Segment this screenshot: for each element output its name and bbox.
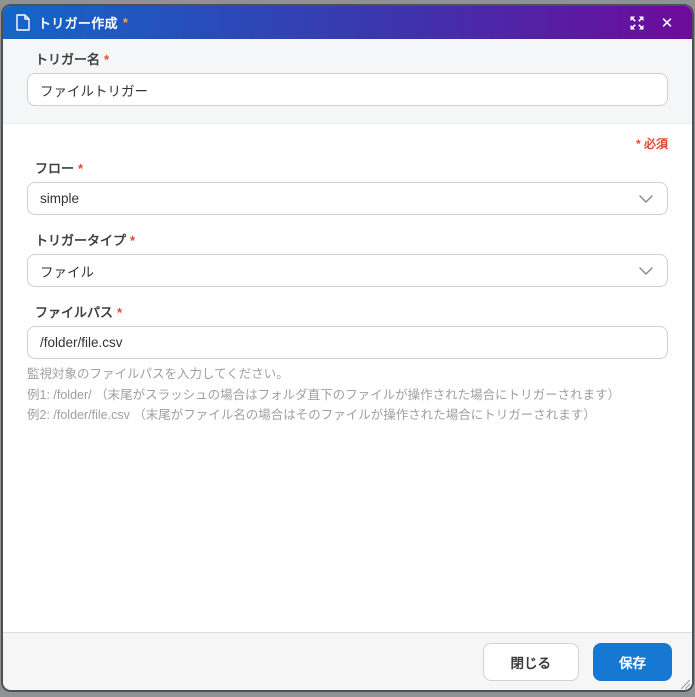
trigger-type-field: トリガータイプ * ファイル (27, 230, 668, 287)
chevron-down-icon (639, 266, 653, 275)
file-path-field: ファイルパス* 監視対象のファイルパスを入力してください。 例1: /folde… (27, 302, 668, 426)
file-path-label: ファイルパス * (27, 302, 668, 321)
trigger-type-selected-value: ファイル (40, 264, 94, 280)
file-path-input[interactable] (27, 326, 668, 359)
dialog-header: トリガー作成 * ✕ (3, 6, 692, 39)
flow-field: フロー * simple (27, 158, 668, 215)
chevron-down-icon (639, 194, 653, 203)
flow-label: フロー * (27, 158, 668, 177)
trigger-create-dialog: トリガー作成 * ✕ トリガー名* * 必須 フロー* simple (1, 4, 694, 692)
save-button[interactable]: 保存 (593, 642, 672, 681)
file-path-label-text: ファイルパス (35, 305, 114, 320)
dialog-footer: 閉じる 保存 (3, 632, 692, 690)
trigger-name-label: トリガー名 * (27, 49, 668, 68)
flow-select[interactable]: simple (27, 182, 668, 215)
close-icon[interactable]: ✕ (656, 12, 678, 34)
document-icon (16, 14, 30, 31)
trigger-name-label-text: トリガー名 (35, 52, 101, 67)
file-path-help: 監視対象のファイルパスを入力してください。 例1: /folder/ （末尾がス… (27, 364, 668, 426)
trigger-type-required-asterisk: * (130, 233, 136, 248)
required-note: * 必須 (635, 137, 668, 151)
flow-label-text: フロー (35, 161, 75, 176)
flow-selected-value: simple (40, 191, 80, 206)
trigger-name-section: トリガー名 * (3, 39, 692, 124)
help-line: 例1: /folder/ （末尾がスラッシュの場合はフォルダ直下のファイルが操作… (27, 387, 621, 402)
help-line: 例2: /folder/file.csv （末尾がファイル名の場合はそのファイル… (27, 408, 596, 423)
help-line: 監視対象のファイルパスを入力してください。 (27, 367, 289, 381)
close-button[interactable]: 閉じる (482, 642, 579, 681)
flow-required-asterisk: * (78, 161, 84, 176)
trigger-name-required-asterisk: * (104, 52, 110, 67)
title-required-asterisk: * (122, 15, 128, 30)
trigger-type-label-text: トリガータイプ (35, 233, 127, 248)
dialog-title: トリガー作成 (38, 16, 118, 31)
resize-grip[interactable] (679, 677, 691, 690)
file-path-required-asterisk: * (117, 305, 123, 320)
expand-icon[interactable] (626, 12, 648, 34)
dialog-content: * 必須 フロー * simple トリガータイプ * ファイル ファイルパス * (3, 124, 692, 632)
trigger-type-label: トリガータイプ * (27, 230, 668, 249)
trigger-name-input[interactable] (27, 73, 668, 106)
trigger-type-select[interactable]: ファイル (27, 254, 668, 287)
